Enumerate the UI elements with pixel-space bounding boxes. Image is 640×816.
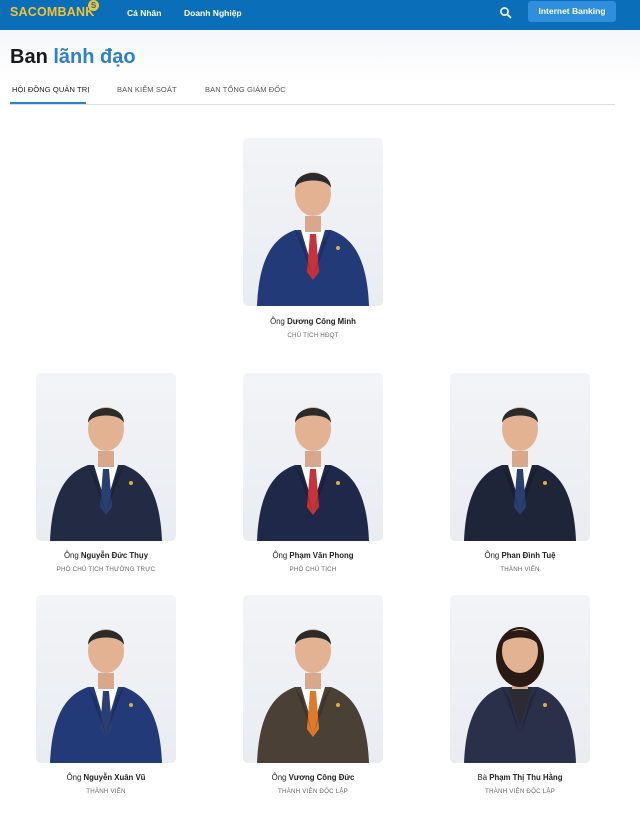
portrait-photo: [50, 629, 162, 763]
tabs-divider: [10, 104, 615, 105]
tab-ban-kiem-soat[interactable]: BAN KIỂM SOÁT: [117, 85, 177, 94]
nav-doanh-nghiep[interactable]: Doanh Nghiệp: [184, 8, 242, 18]
portrait-photo: [464, 627, 576, 763]
member-name: Ông Nguyễn Xuân Vũ: [66, 773, 146, 782]
portrait-photo: [464, 407, 576, 541]
member-card[interactable]: [243, 373, 383, 541]
active-tab-indicator: [10, 102, 86, 104]
member-card[interactable]: [36, 373, 176, 541]
member-role: THÀNH VIÊN: [500, 566, 540, 573]
tab-ban-tong-giam-doc[interactable]: BAN TỔNG GIÁM ĐỐC: [205, 85, 286, 94]
member-name: Bà Phạm Thị Thu Hằng: [477, 773, 563, 782]
portrait-photo: [257, 172, 369, 306]
member-name: Ông Dương Công Minh: [270, 317, 356, 326]
member-role: PHÓ CHỦ TỊCH: [289, 566, 337, 573]
tab-hoi-dong-quan-tri[interactable]: HỘI ĐỒNG QUẢN TRỊ: [12, 85, 89, 94]
member-role: CHỦ TỊCH HĐQT: [287, 332, 339, 339]
member-name: Ông Phan Đình Tuệ: [484, 551, 556, 560]
portrait-photo: [257, 407, 369, 541]
member-card[interactable]: [243, 138, 383, 306]
member-name: Ông Phạm Văn Phong: [272, 551, 354, 560]
internet-banking-button[interactable]: Internet Banking: [528, 1, 616, 22]
search-icon[interactable]: [498, 5, 514, 21]
sacombank-logo[interactable]: SACOMBANK: [10, 5, 94, 19]
member-card[interactable]: [36, 595, 176, 763]
member-role: THÀNH VIÊN ĐỘC LẬP: [278, 788, 348, 795]
portrait-photo: [257, 629, 369, 763]
member-role: THÀNH VIÊN ĐỘC LẬP: [485, 788, 555, 795]
member-role: PHÓ CHỦ TỊCH THƯỜNG TRỰC: [56, 566, 156, 573]
page-title-main: Ban: [10, 46, 48, 68]
member-card[interactable]: [450, 373, 590, 541]
member-role: THÀNH VIÊN: [86, 788, 126, 795]
member-card[interactable]: [450, 595, 590, 763]
top-navigation-bar: SACOMBANK S Cá Nhân Doanh Nghiệp Interne…: [0, 0, 640, 30]
page-title: Ban lãnh đạo: [10, 46, 136, 69]
member-name: Ông Nguyễn Đức Thụy: [63, 551, 149, 560]
member-name: Ông Vương Công Đức: [271, 773, 355, 782]
member-card[interactable]: [243, 595, 383, 763]
nav-ca-nhan[interactable]: Cá Nhân: [127, 8, 161, 18]
logo-mark-icon: S: [88, 0, 99, 11]
portrait-photo: [50, 407, 162, 541]
page-title-accent: lãnh đạo: [53, 46, 136, 68]
